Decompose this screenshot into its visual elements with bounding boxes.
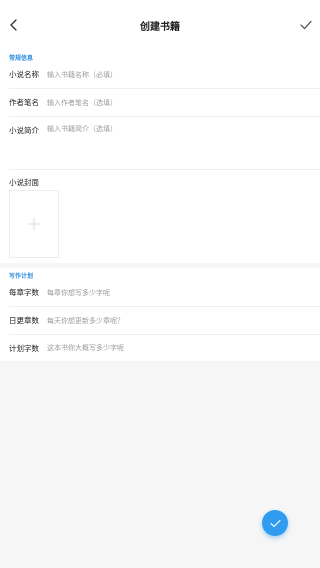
book-name-row: 小说名称 xyxy=(9,61,320,89)
book-name-input[interactable] xyxy=(47,70,320,79)
planned-words-row: 计划字数 xyxy=(9,334,320,362)
words-per-chapter-label: 每章字数 xyxy=(9,288,39,297)
confirm-button[interactable] xyxy=(298,17,314,33)
author-name-label: 作者笔名 xyxy=(9,98,39,107)
daily-chapters-label: 日更章数 xyxy=(9,316,39,325)
author-name-input[interactable] xyxy=(47,98,320,107)
words-per-chapter-input[interactable] xyxy=(47,288,320,297)
plus-icon xyxy=(28,218,40,230)
general-info-section: 常规信息 小说名称 作者笔名 小说简介 小说封面 xyxy=(0,50,320,263)
daily-chapters-input[interactable] xyxy=(47,316,320,325)
cover-label: 小说封面 xyxy=(9,178,39,187)
book-name-label: 小说名称 xyxy=(9,70,39,79)
words-per-chapter-row: 每章字数 xyxy=(9,279,320,307)
author-name-row: 作者笔名 xyxy=(9,89,320,117)
submit-fab-button[interactable] xyxy=(262,510,288,536)
check-icon xyxy=(269,519,281,527)
daily-chapters-row: 日更章数 xyxy=(9,307,320,335)
book-intro-input[interactable] xyxy=(47,125,320,133)
check-icon xyxy=(300,20,312,30)
app-header: 创建书籍 xyxy=(0,0,320,50)
planned-words-input[interactable] xyxy=(47,344,320,352)
book-intro-row: 小说简介 xyxy=(9,116,320,170)
cover-upload-button[interactable] xyxy=(9,190,59,258)
page-title: 创建书籍 xyxy=(140,22,180,33)
book-intro-label: 小说简介 xyxy=(9,126,39,135)
planned-words-label: 计划字数 xyxy=(9,343,39,353)
writing-plan-section: 写作计划 每章字数 日更章数 计划字数 xyxy=(0,268,320,361)
